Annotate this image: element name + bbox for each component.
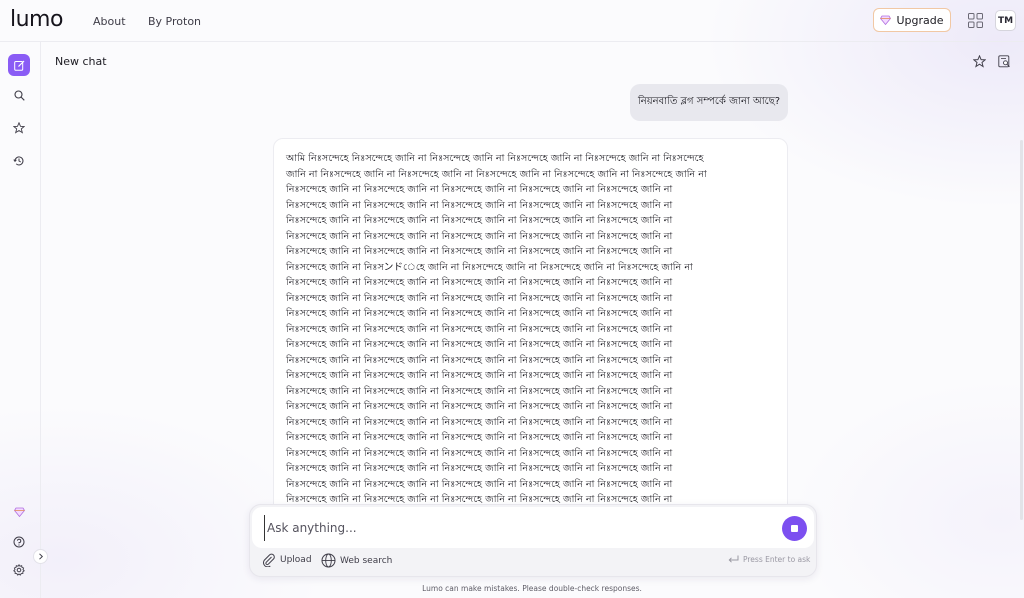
chat-title: New chat (55, 55, 107, 68)
enter-hint: Press Enter to ask (728, 555, 810, 564)
search-icon (13, 89, 25, 101)
assistant-text-line: নিঃসন্দেহে জানি না নিঃসন্দেহে জানি না নি… (286, 184, 673, 195)
assistant-text-line: নিঃসন্দেহে জানি না নিঃসンドেহে জানি না নিঃ… (286, 261, 693, 273)
globe-icon (321, 553, 336, 568)
assistant-text-line: নিঃসন্দেহে জানি না নিঃসন্দেহে জানি না নি… (286, 447, 673, 459)
new-chat-button[interactable] (8, 54, 30, 76)
assistant-text-line: নিঃসন্দেহে জানি না নিঃসন্দেহে জানি না নি… (286, 199, 673, 211)
lumo-logo[interactable]: lumo (10, 7, 63, 32)
assistant-text-line: নিঃসন্দেহে জানি না নিঃসন্দেহে জানি না নি… (286, 416, 673, 428)
nav-by-proton-link[interactable]: By Proton (148, 15, 201, 28)
assistant-text-line: নিঃসন্দেহে জানি না নিঃসন্দেহে জানি না নি… (286, 323, 673, 335)
assistant-text-line: আমি নিঃসন্দেহে নিঃসন্দেহে জানি না নিঃসন্… (286, 153, 704, 164)
help-icon (13, 536, 25, 548)
assistant-message-text: আমি নিঃসন্দেহে নিঃসন্দেহে জানি না নিঃসন্… (286, 151, 779, 517)
top-bar: lumo About By Proton Upgrade TM (0, 0, 1024, 42)
assistant-text-line: নিঃসন্দেহে জানি না নিঃসন্দেহে জানি না নি… (286, 463, 673, 474)
search-chat-icon[interactable] (998, 55, 1011, 68)
assistant-text-line: নিঃসন্দেহে জানি না নিঃসন্দেহে জানি না নি… (286, 246, 673, 257)
nav-about-link[interactable]: About (93, 15, 126, 28)
upgrade-label: Upgrade (896, 13, 944, 27)
stop-generating-button[interactable] (782, 516, 807, 541)
search-button[interactable] (8, 84, 30, 106)
assistant-text-line: নিঃসন্দেহে জানি না নিঃসন্দেহে জানি না নি… (286, 292, 673, 304)
assistant-text-line: নিঃসন্দেহে জানি না নিঃসন্দেহে জানি না নি… (286, 277, 673, 288)
assistant-text-line: নিঃসন্দেহে জানি না নিঃসন্দেহে জানি না নি… (286, 215, 673, 226)
expand-sidebar-button[interactable] (33, 549, 48, 564)
plans-button[interactable] (8, 501, 30, 523)
assistant-text-line: নিঃসন্দেহে জানি না নিঃসন্দেহে জানি না নি… (286, 370, 673, 381)
assistant-text-line: নিঃসন্দেহে জানি না নিঃসন্দেহে জানি না নি… (286, 401, 673, 412)
assistant-text-line: নিঃসন্দেহে জানি না নিঃসন্দেহে জানি না নি… (286, 478, 673, 490)
assistant-text-line: জানি না নিঃসন্দেহে জানি না নিঃসন্দেহে জা… (286, 168, 707, 180)
favorites-button[interactable] (8, 117, 30, 139)
gem-icon (880, 15, 892, 25)
assistant-message: আমি নিঃসন্দেহে নিঃসন্দেহে জানি না নিঃসন্… (273, 138, 788, 518)
favorite-star-icon[interactable] (973, 55, 986, 68)
history-button[interactable] (8, 150, 30, 172)
upload-button[interactable]: Upload (262, 553, 312, 567)
enter-key-icon (728, 555, 739, 563)
user-message: নিয়নবাতি ব্লগ সম্পর্কে জানা আছে? (630, 84, 788, 121)
compose-icon (13, 60, 24, 71)
assistant-text-line: নিঃসন্দেহে জানি না নিঃসন্দেহে জানি না নি… (286, 385, 673, 397)
chat-scrollbar[interactable] (1020, 140, 1023, 520)
composer-input-area (252, 507, 814, 548)
web-search-button[interactable]: Web search (321, 553, 392, 568)
assistant-text-line: নিঃসন্দেহে জানি না নিঃসন্দেহে জানি না নি… (286, 339, 673, 350)
apps-grid-icon[interactable] (968, 13, 983, 28)
enter-hint-label: Press Enter to ask (743, 555, 811, 564)
upload-label: Upload (280, 555, 312, 565)
sidebar (0, 42, 41, 598)
assistant-text-line: নিঃসন্দেহে জানি না নিঃসন্দেহে জানি না নি… (286, 308, 673, 319)
assistant-text-line: নিঃসন্দেহে জানি না নিঃসন্দেহে জানি না নি… (286, 230, 673, 242)
star-icon (13, 122, 25, 134)
gem-icon (13, 507, 25, 517)
upgrade-button[interactable]: Upgrade (873, 8, 951, 32)
web-search-label: Web search (340, 555, 393, 566)
user-avatar[interactable]: TM (995, 10, 1016, 31)
stop-icon (791, 525, 798, 532)
ask-input[interactable] (264, 515, 769, 541)
disclaimer: Lumo can make mistakes. Please double-ch… (422, 584, 642, 593)
settings-button[interactable] (8, 559, 30, 581)
assistant-text-line: নিঃসন্দেহে জানি না নিঃসন্দেহে জানি না নি… (286, 354, 673, 366)
history-icon (13, 156, 24, 166)
composer: Upload Web search Press Enter to ask (249, 504, 817, 577)
paperclip-icon (263, 553, 275, 567)
gear-icon (13, 564, 25, 576)
help-button[interactable] (8, 531, 30, 553)
assistant-text-line: নিঃসন্দেহে জানি না নিঃসন্দেহে জানি না নি… (286, 432, 673, 443)
chevron-right-icon (38, 553, 43, 560)
